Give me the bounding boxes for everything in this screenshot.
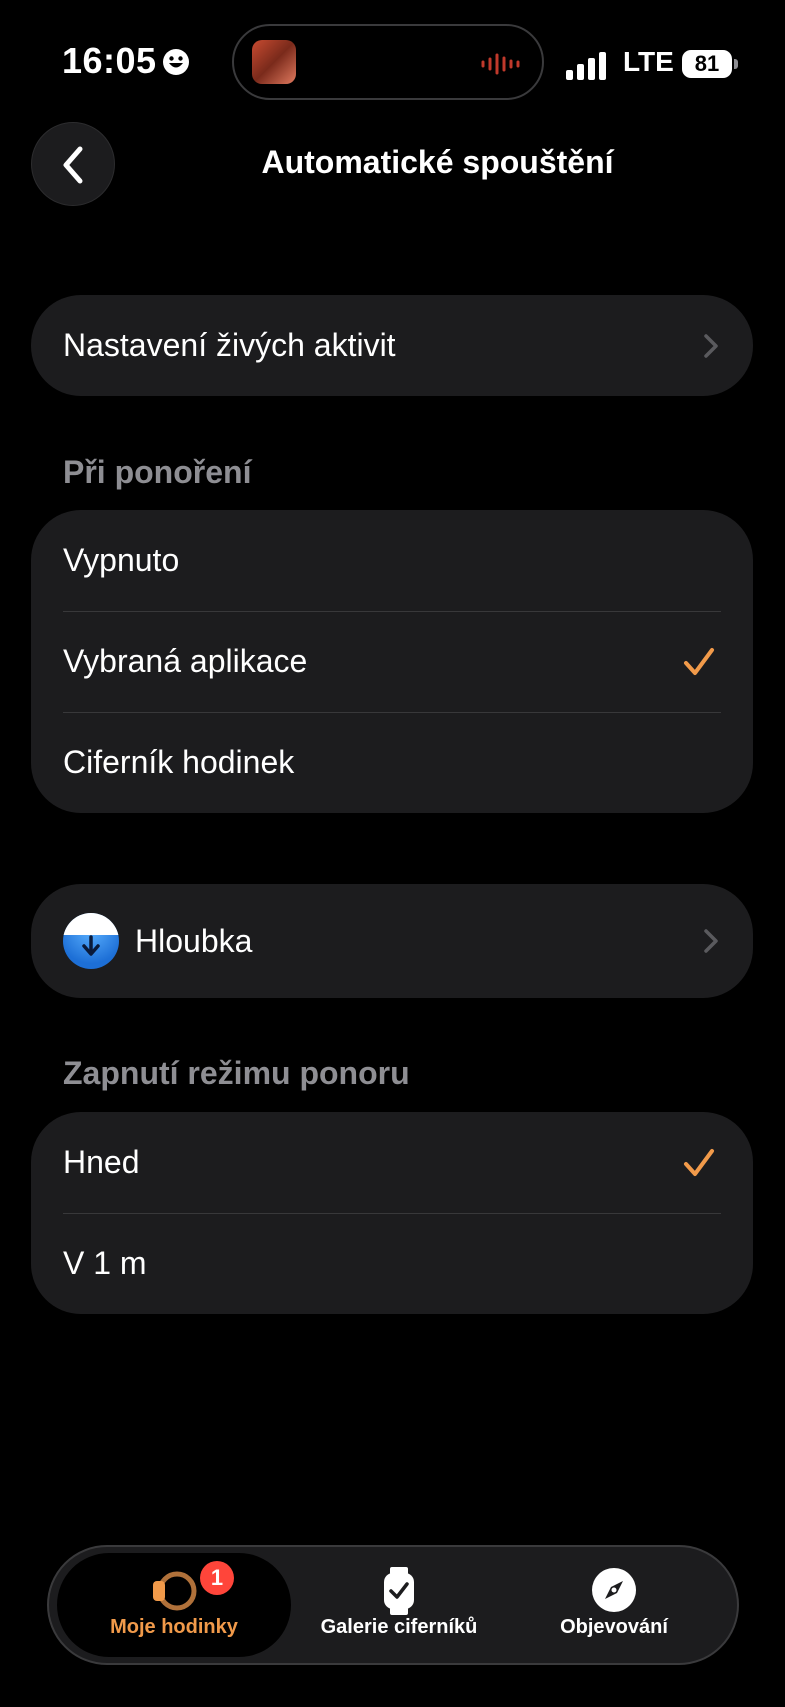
audio-waveform-icon — [481, 53, 520, 75]
live-activities-label: Nastavení živých aktivit — [63, 327, 396, 363]
battery-tip — [734, 59, 738, 69]
dive-mode-header: Zapnutí režimu ponoru — [63, 1055, 410, 1091]
live-activities-row[interactable]: Nastavení živých aktivit — [31, 295, 753, 396]
chevron-right-icon — [704, 333, 718, 358]
now-playing-thumbnail — [252, 40, 296, 84]
option-label: Vypnuto — [63, 542, 180, 578]
option-watch-face[interactable]: Ciferník hodinek — [31, 712, 753, 813]
smiley-icon — [163, 49, 189, 75]
network-type: LTE — [623, 46, 674, 77]
option-label: Hned — [63, 1144, 140, 1180]
chevron-left-icon — [63, 146, 83, 184]
tab-discover[interactable]: Objevování — [509, 1553, 719, 1657]
tab-bar: 1 Moje hodinky Galerie ciferníků Objevov… — [47, 1545, 739, 1665]
checkmark-icon — [684, 647, 714, 675]
option-at-1m[interactable]: V 1 m — [31, 1213, 753, 1314]
battery-icon: 81 — [682, 50, 738, 78]
depth-gauge-icon — [63, 913, 119, 969]
tab-label: Galerie ciferníků — [320, 1616, 478, 1638]
app-group: Hloubka — [31, 884, 753, 998]
dynamic-island[interactable] — [232, 24, 544, 100]
app-row-depth[interactable]: Hloubka — [31, 884, 753, 998]
live-activities-group: Nastavení živých aktivit — [31, 295, 753, 396]
tab-label: Objevování — [560, 1616, 668, 1638]
option-immediately[interactable]: Hned — [31, 1112, 753, 1213]
watch-face-gallery-icon — [384, 1567, 414, 1615]
signal-icon — [566, 52, 606, 80]
option-label: V 1 m — [63, 1245, 147, 1281]
status-time: 16:05 — [62, 40, 157, 81]
tab-label: Moje hodinky — [110, 1616, 238, 1638]
checkmark-icon — [684, 1148, 714, 1176]
battery-level: 81 — [682, 50, 732, 78]
submersion-options: Vypnuto Vybraná aplikace Ciferník hodine… — [31, 510, 753, 813]
app-label: Hloubka — [135, 922, 253, 959]
submersion-header: Při ponoření — [63, 454, 252, 490]
tab-my-watch[interactable]: 1 Moje hodinky — [57, 1553, 291, 1657]
option-off[interactable]: Vypnuto — [31, 510, 753, 611]
notification-badge: 1 — [200, 1561, 234, 1595]
tab-face-gallery[interactable]: Galerie ciferníků — [299, 1553, 499, 1657]
back-button[interactable] — [31, 122, 115, 206]
chevron-right-icon — [704, 929, 718, 953]
dive-mode-options: Hned V 1 m — [31, 1112, 753, 1314]
page-title: Automatické spouštění — [261, 144, 614, 180]
option-selected-app[interactable]: Vybraná aplikace — [31, 611, 753, 712]
compass-icon — [592, 1568, 636, 1612]
my-watch-icon — [153, 1571, 197, 1611]
option-label: Ciferník hodinek — [63, 744, 295, 780]
option-label: Vybraná aplikace — [63, 643, 308, 679]
